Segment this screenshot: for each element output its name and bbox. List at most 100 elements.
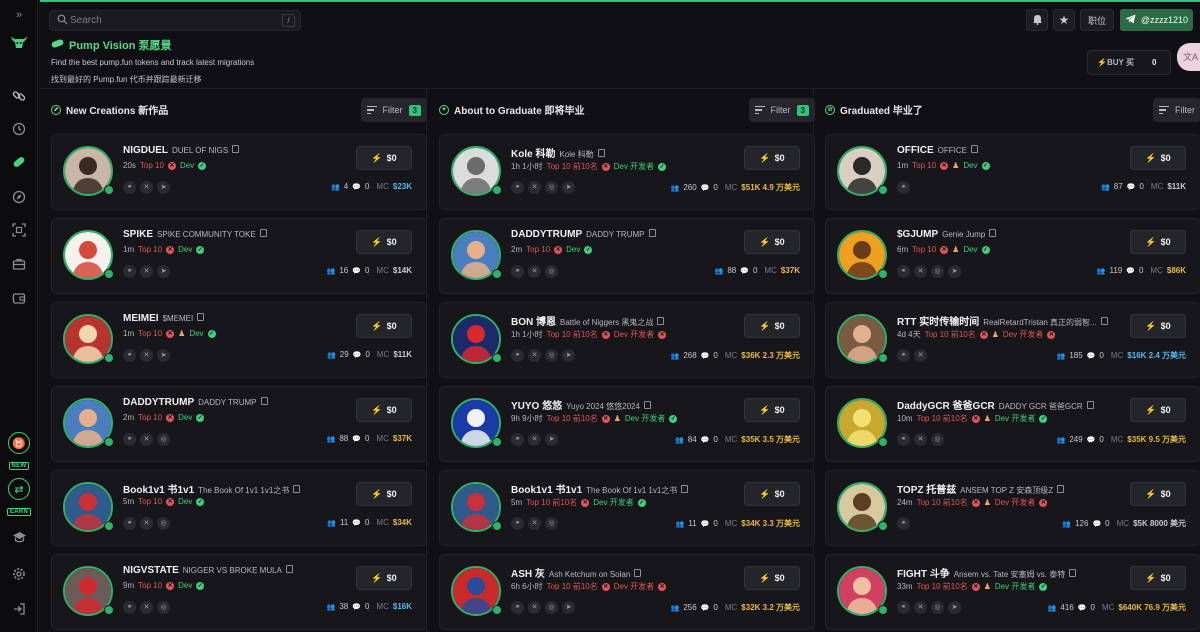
earn-badge[interactable]: ⇄ EARN <box>6 478 32 518</box>
buy-button[interactable]: ⚡ $0 <box>356 230 412 254</box>
notifications-button[interactable] <box>1026 9 1048 31</box>
link-icon[interactable]: ⚭ <box>897 349 910 362</box>
favorites-button[interactable]: ★ <box>1053 9 1075 31</box>
token-card[interactable]: SPIKE SPIKE COMMUNITY TOKE 1m Top 10 ✕ Dev ✓ ⚭ ✕… <box>51 218 427 294</box>
x-icon[interactable]: ✕ <box>140 601 153 614</box>
token-card[interactable]: ASH 灰 Ash Ketchum on Solan 6h 6小时 Top 10 前1… <box>439 554 815 630</box>
telegram-account-button[interactable]: @zzzz1210 <box>1120 9 1193 31</box>
link-icon[interactable]: ⚭ <box>123 265 136 278</box>
x-icon[interactable]: ✕ <box>140 349 153 362</box>
token-card[interactable]: FIGHT 斗争 Ansem vs. Tate 安塞姆 vs. 泰特 33m Top … <box>825 554 1200 630</box>
buy-button[interactable]: ⚡ $0 <box>744 230 800 254</box>
buy-button[interactable]: ⚡ $0 <box>744 314 800 338</box>
token-card[interactable]: TOPZ 托普兹 ANSEM TOP Z 安森顶级Z 24m Top 10 前10名 ✕… <box>825 470 1200 546</box>
buy-button[interactable]: ⚡ $0 <box>356 398 412 422</box>
web-icon[interactable]: ◎ <box>931 601 944 614</box>
copy-icon[interactable] <box>197 313 205 321</box>
copy-icon[interactable] <box>971 145 979 153</box>
x-icon[interactable]: ✕ <box>528 601 541 614</box>
buy-button[interactable]: ⚡ $0 <box>1130 398 1186 422</box>
telegram-icon[interactable]: ➤ <box>545 433 558 446</box>
token-card[interactable]: OFFICE OFFICE 1m Top 10 ✕ ♟ Dev ✓ ⚭ ⚡ $0 👥 87 💬 0 MC $11… <box>825 134 1200 210</box>
wallet-icon[interactable] <box>9 288 29 308</box>
bull-logo-icon[interactable] <box>9 32 29 52</box>
copy-icon[interactable] <box>597 149 605 157</box>
link-icon[interactable]: ⚭ <box>123 349 136 362</box>
token-card[interactable]: $GJUMP Genie Jump 6m Top 10 ✕ ♟ Dev ✓ ⚭ ✕ ◎ ➤ ⚡ $0 👥 11… <box>825 218 1200 294</box>
buy-button[interactable]: ⚡ $0 <box>1130 566 1186 590</box>
link-icon[interactable]: ⚭ <box>897 265 910 278</box>
link-icon[interactable]: ⚭ <box>511 433 524 446</box>
copy-icon[interactable] <box>260 397 268 405</box>
buy-button[interactable]: ⚡ $0 <box>744 482 800 506</box>
copy-icon[interactable] <box>259 229 267 237</box>
copy-icon[interactable] <box>1069 569 1077 577</box>
link-icon[interactable] <box>9 86 29 106</box>
copy-icon[interactable] <box>648 229 656 237</box>
buy-button[interactable]: ⚡ $0 <box>356 566 412 590</box>
link-icon[interactable]: ⚭ <box>511 349 524 362</box>
web-icon[interactable]: ◎ <box>545 181 558 194</box>
x-icon[interactable]: ✕ <box>528 181 541 194</box>
copy-icon[interactable] <box>1057 485 1065 493</box>
copy-icon[interactable] <box>634 569 642 577</box>
copy-icon[interactable] <box>657 317 665 325</box>
web-icon[interactable]: ◎ <box>157 601 170 614</box>
telegram-icon[interactable]: ➤ <box>562 181 575 194</box>
link-icon[interactable]: ⚭ <box>897 601 910 614</box>
buy-button[interactable]: ⚡ $0 <box>356 146 412 170</box>
graduation-cap-icon[interactable] <box>9 527 29 547</box>
x-icon[interactable]: ✕ <box>914 601 927 614</box>
token-card[interactable]: NIGDUEL DUEL OF NIGS 20s Top 10 ✕ Dev ✓ ⚭ ✕ ➤ ⚡ $0 👥… <box>51 134 427 210</box>
token-card[interactable]: Book1v1 书1v1 The Book Of 1v1 1v1之书 5m Top 1… <box>51 470 427 546</box>
copy-icon[interactable] <box>643 401 651 409</box>
scan-icon[interactable] <box>9 220 29 240</box>
quick-buy-box[interactable]: ⚡BUY 买 0 <box>1087 50 1171 75</box>
gear-icon[interactable] <box>9 564 29 584</box>
filter-button[interactable]: Filter 3 <box>748 98 815 122</box>
link-icon[interactable]: ⚭ <box>511 181 524 194</box>
x-icon[interactable]: ✕ <box>140 517 153 530</box>
web-icon[interactable]: ◎ <box>931 265 944 278</box>
search-input[interactable] <box>70 13 270 28</box>
buy-button[interactable]: ⚡ $0 <box>1130 314 1186 338</box>
link-icon[interactable]: ⚭ <box>123 517 136 530</box>
link-icon[interactable]: ⚭ <box>123 181 136 194</box>
link-icon[interactable]: ⚭ <box>897 433 910 446</box>
buy-button[interactable]: ⚡ $0 <box>1130 230 1186 254</box>
web-icon[interactable]: ◎ <box>157 433 170 446</box>
copy-icon[interactable] <box>989 229 997 237</box>
position-button[interactable]: 职位 <box>1080 9 1114 31</box>
token-card[interactable]: DADDYTRUMP DADDY TRUMP 2m Top 10 ✕ Dev ✓ ⚭ ✕ ◎ ⚡ $0… <box>439 218 815 294</box>
copy-icon[interactable] <box>285 565 293 573</box>
x-icon[interactable]: ✕ <box>914 349 927 362</box>
pill-icon[interactable] <box>9 152 29 172</box>
briefcase-icon[interactable] <box>9 254 29 274</box>
telegram-icon[interactable]: ➤ <box>948 601 961 614</box>
telegram-icon[interactable]: ➤ <box>157 349 170 362</box>
token-card[interactable]: DADDYTRUMP DADDY TRUMP 2m Top 10 ✕ Dev ✓ ⚭ ✕ ◎ ⚡ $0… <box>51 386 427 462</box>
link-icon[interactable]: ⚭ <box>511 265 524 278</box>
web-icon[interactable]: ◎ <box>545 265 558 278</box>
web-icon[interactable]: ◎ <box>545 349 558 362</box>
x-icon[interactable]: ✕ <box>528 517 541 530</box>
token-card[interactable]: DaddyGCR 爸爸GCR DADDY GCR 爸爸GCR 10m Top 10 前… <box>825 386 1200 462</box>
token-card[interactable]: BON 博恩 Battle of Niggers 黑鬼之战 1h 1小时 Top 10… <box>439 302 815 378</box>
x-icon[interactable]: ✕ <box>914 433 927 446</box>
x-icon[interactable]: ✕ <box>528 433 541 446</box>
x-icon[interactable]: ✕ <box>140 265 153 278</box>
token-card[interactable]: RTT 实时传输时间 RealRetardTristan 真正的弱智... 4d 4… <box>825 302 1200 378</box>
logout-icon[interactable] <box>9 599 29 619</box>
new-badge[interactable]: ♉ NEW <box>6 432 32 472</box>
x-icon[interactable]: ✕ <box>528 265 541 278</box>
filter-button[interactable]: Filter 3 <box>360 98 427 122</box>
link-icon[interactable]: ⚭ <box>123 433 136 446</box>
x-icon[interactable]: ✕ <box>140 181 153 194</box>
quick-buy-value[interactable]: 0 <box>1152 58 1156 67</box>
buy-button[interactable]: ⚡ $0 <box>744 146 800 170</box>
translate-icon[interactable]: 文A <box>1177 43 1200 71</box>
copy-icon[interactable] <box>1100 317 1108 325</box>
telegram-icon[interactable]: ➤ <box>562 601 575 614</box>
copy-icon[interactable] <box>232 145 240 153</box>
web-icon[interactable]: ◎ <box>545 601 558 614</box>
